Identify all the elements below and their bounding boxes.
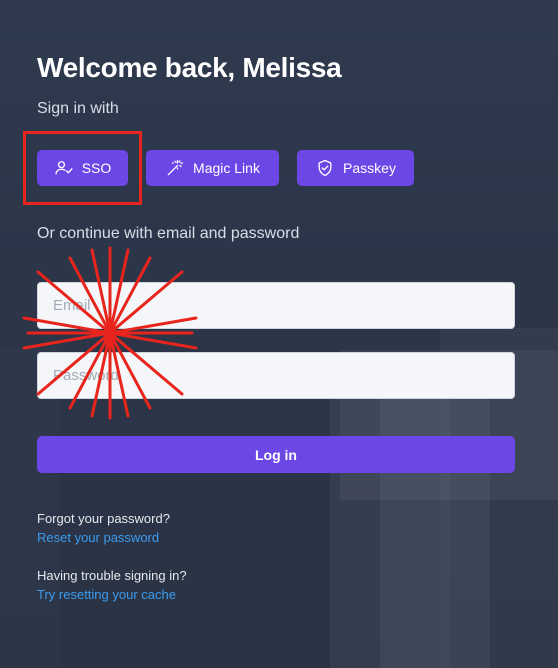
- user-check-icon: [55, 161, 73, 175]
- passkey-button-label: Passkey: [343, 160, 396, 176]
- email-password-divider-text: Or continue with email and password: [37, 225, 300, 242]
- reset-password-link[interactable]: Reset your password: [37, 530, 159, 545]
- reset-cache-link[interactable]: Try resetting your cache: [37, 587, 176, 602]
- magic-link-button[interactable]: Magic Link: [146, 150, 279, 186]
- forgot-password-question: Forgot your password?: [37, 511, 170, 526]
- sso-button-label: SSO: [81, 160, 112, 176]
- sign-in-with-label: Sign in with: [37, 100, 119, 117]
- trouble-signing-in-question: Having trouble signing in?: [37, 568, 187, 583]
- email-field[interactable]: [37, 282, 515, 329]
- sso-button[interactable]: SSO: [37, 150, 128, 186]
- magic-wand-icon: [167, 159, 184, 176]
- shield-check-icon: [318, 159, 332, 177]
- page-title: Welcome back, Melissa: [37, 52, 342, 83]
- passkey-button[interactable]: Passkey: [297, 150, 414, 186]
- password-field[interactable]: [37, 352, 515, 399]
- magic-link-button-label: Magic Link: [193, 160, 260, 176]
- login-button[interactable]: Log in: [37, 436, 515, 473]
